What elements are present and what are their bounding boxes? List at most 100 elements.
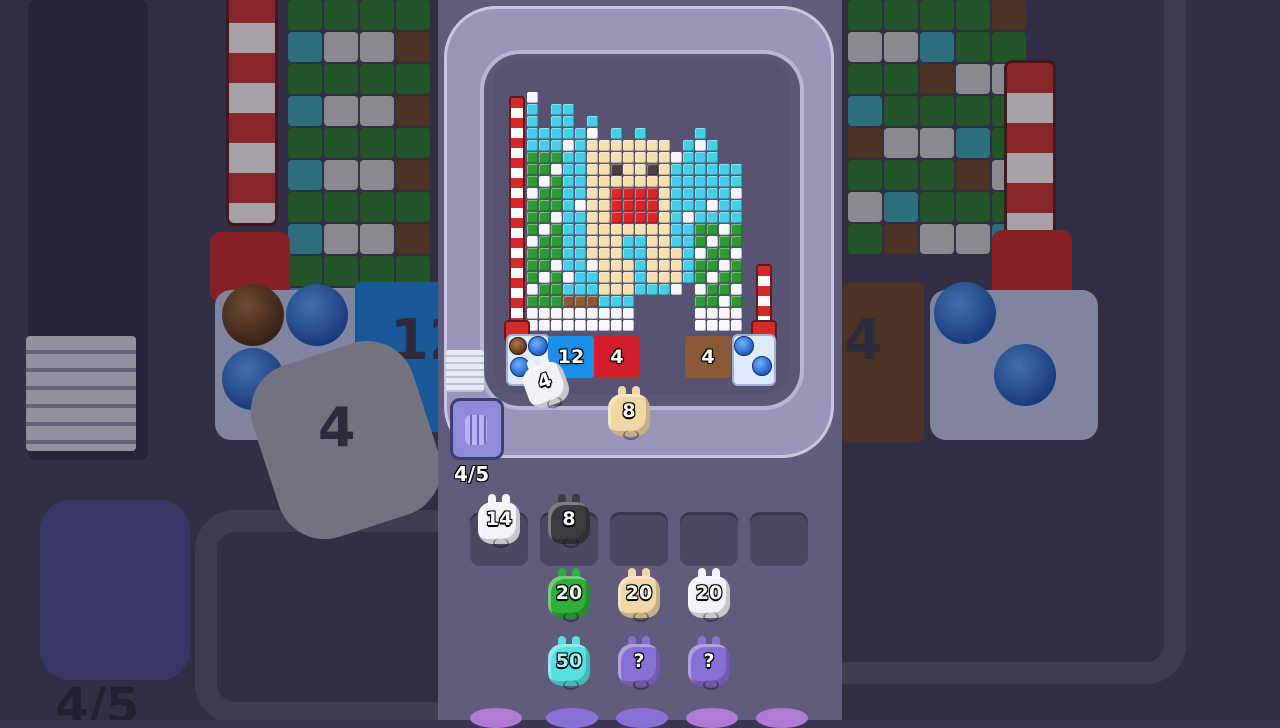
pixel-tile — [575, 140, 586, 151]
pixel-tile — [683, 140, 694, 151]
pixel-tile — [671, 248, 682, 259]
pixel-tile — [527, 272, 538, 283]
peeking-shooter — [546, 708, 598, 728]
pixel-tile — [575, 272, 586, 283]
pixel-tile — [539, 140, 550, 151]
pixel-tile — [551, 248, 562, 259]
pixel-tile — [527, 140, 538, 151]
shooter-count: 8 — [562, 508, 576, 530]
pixel-tile — [707, 272, 718, 283]
pixel-tile — [563, 308, 574, 319]
pixel-tile — [599, 164, 610, 175]
pixel-tile — [563, 296, 574, 307]
pixel-tile — [599, 200, 610, 211]
pixel-tile — [551, 308, 562, 319]
pixel-tile — [695, 320, 706, 331]
queued-shooter-black[interactable]: 8 — [546, 494, 592, 548]
pixel-tile — [707, 296, 718, 307]
pixel-tile — [683, 248, 694, 259]
pixel-tile — [719, 176, 730, 187]
pixel-tile — [575, 260, 586, 271]
pixel-tile — [719, 320, 730, 331]
queue-slot-empty[interactable] — [750, 512, 808, 566]
pixel-tile — [695, 308, 706, 319]
pixel-tile — [623, 152, 634, 163]
pixel-tile — [599, 260, 610, 271]
queued-shooter-white[interactable]: 14 — [476, 494, 522, 548]
pixel-tile — [527, 152, 538, 163]
color-block-brown[interactable]: 4 — [685, 336, 731, 378]
pixel-tile — [599, 224, 610, 235]
pixel-tile — [707, 188, 718, 199]
pixel-tile — [587, 272, 598, 283]
pixel-tile — [731, 284, 742, 295]
pixel-tile — [575, 200, 586, 211]
pixel-tile — [551, 224, 562, 235]
pixel-tile — [575, 296, 586, 307]
pixel-tile — [719, 212, 730, 223]
pixel-tile — [539, 200, 550, 211]
pixel-tile — [683, 188, 694, 199]
pixel-tile — [611, 152, 622, 163]
pixel-tile — [635, 140, 646, 151]
pixel-tile — [731, 188, 742, 199]
pixel-tile — [539, 152, 550, 163]
pixel-tile — [611, 188, 622, 199]
pixel-tile — [563, 116, 574, 127]
pixel-tile — [695, 140, 706, 151]
pixel-tile — [623, 176, 634, 187]
pixel-tile — [551, 272, 562, 283]
pixel-tile — [587, 164, 598, 175]
pixel-tile — [551, 116, 562, 127]
color-block-red[interactable]: 4 — [594, 336, 640, 378]
pixel-tile — [587, 260, 598, 271]
pixel-tile — [587, 200, 598, 211]
pixel-tile — [575, 224, 586, 235]
pixel-tile — [599, 176, 610, 187]
pixel-tile — [563, 272, 574, 283]
pixel-tile — [551, 140, 562, 151]
pixel-tile — [611, 272, 622, 283]
pixel-tile — [719, 200, 730, 211]
stack-shooter-cream[interactable]: 20 — [616, 568, 662, 622]
bg-dim-overlay — [842, 0, 1280, 720]
belt-cannon[interactable] — [450, 398, 504, 460]
pixel-tile — [647, 272, 658, 283]
pixel-tile — [707, 164, 718, 175]
pixel-tile — [563, 164, 574, 175]
pixel-tile — [527, 92, 538, 103]
stack-shooter-mystery[interactable]: ? — [616, 636, 662, 690]
pixel-tile — [563, 284, 574, 295]
pixel-tile — [551, 260, 562, 271]
pixel-tile — [551, 104, 562, 115]
pixel-tile — [623, 296, 634, 307]
stack-shooter-mystery[interactable]: ? — [686, 636, 732, 690]
queue-slot-empty[interactable] — [680, 512, 738, 566]
pixel-tile — [623, 236, 634, 247]
background-left: 12 4 4/5 — [0, 0, 438, 720]
stack-shooter-green[interactable]: 20 — [546, 568, 592, 622]
pixel-tile — [539, 128, 550, 139]
pixel-tile — [659, 260, 670, 271]
pixel-tile — [611, 212, 622, 223]
pixel-tile — [587, 116, 598, 127]
pixel-tile — [635, 200, 646, 211]
stack-shooter-cyan[interactable]: 50 — [546, 636, 592, 690]
pixel-tile — [659, 152, 670, 163]
belt-shooter-cream[interactable]: 8 — [606, 386, 652, 440]
pixel-tile — [587, 320, 598, 331]
pixel-tile — [599, 308, 610, 319]
pixel-tile — [695, 164, 706, 175]
stack-shooter-white[interactable]: 20 — [686, 568, 732, 622]
pixel-tile — [635, 176, 646, 187]
shooter-count: 20 — [555, 582, 583, 604]
pixel-tile — [659, 200, 670, 211]
queue-slot-empty[interactable] — [610, 512, 668, 566]
pixel-tile — [719, 164, 730, 175]
pixel-tile — [551, 212, 562, 223]
pixel-tile — [623, 140, 634, 151]
pixel-tile — [707, 308, 718, 319]
pixel-tile — [575, 236, 586, 247]
pixel-tile — [527, 248, 538, 259]
pixel-tile — [563, 320, 574, 331]
